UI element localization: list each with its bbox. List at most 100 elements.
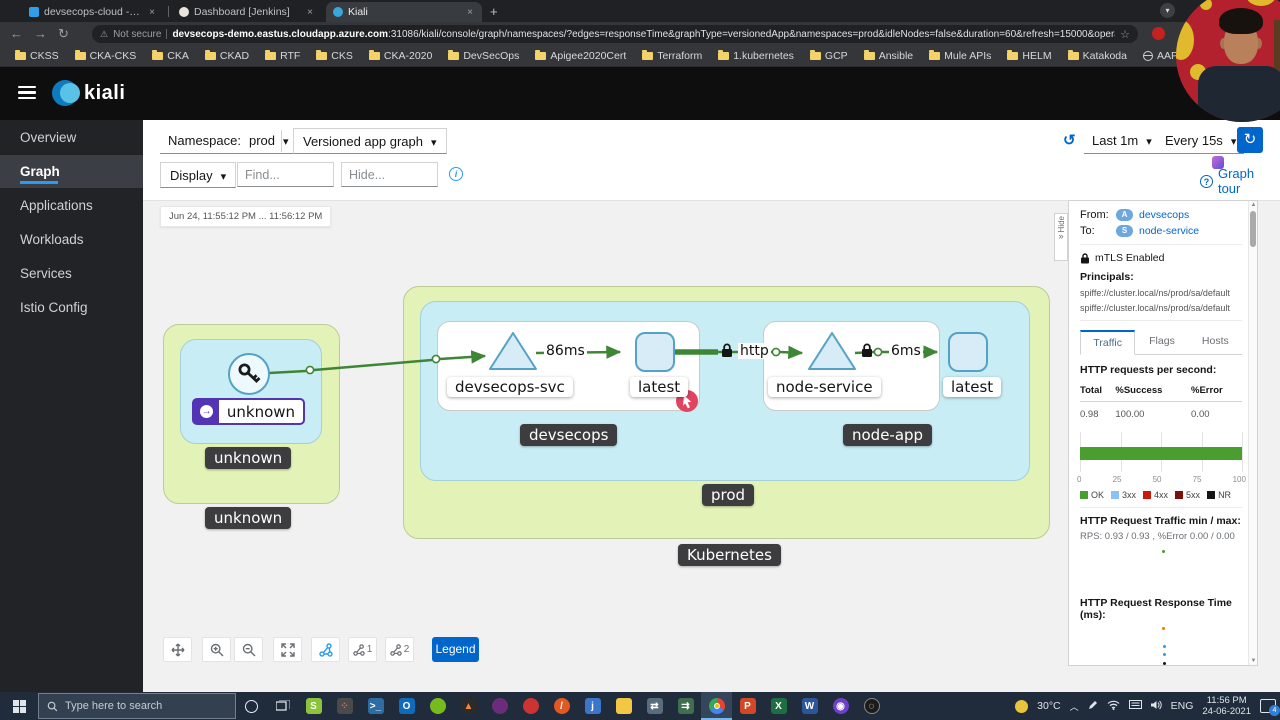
- file-explorer-icon[interactable]: [608, 692, 639, 720]
- weather-icon[interactable]: [1015, 700, 1028, 713]
- sidebar-item-services[interactable]: Services: [0, 257, 143, 290]
- back-icon[interactable]: ←: [10, 25, 23, 42]
- time-range-select[interactable]: Last 1m: [1084, 128, 1160, 154]
- sidebar-item-graph[interactable]: Graph: [0, 155, 143, 188]
- blue-app-icon[interactable]: j: [577, 692, 608, 720]
- bookmark-star-icon[interactable]: ☆: [1120, 28, 1130, 41]
- spring-tools-icon[interactable]: [422, 692, 453, 720]
- bookmark-item[interactable]: CKS: [309, 50, 360, 62]
- reload-icon[interactable]: ↻: [58, 25, 69, 42]
- bookmark-item[interactable]: 1.kubernetes: [711, 50, 801, 62]
- sidebar-item-istio-config[interactable]: Istio Config: [0, 291, 143, 324]
- new-tab-button[interactable]: +: [490, 4, 498, 19]
- address-bar[interactable]: ⚠ Not secure devsecops-demo.eastus.cloud…: [92, 25, 1138, 43]
- hide-input[interactable]: [341, 162, 438, 187]
- start-button[interactable]: [0, 692, 38, 720]
- bookmark-item[interactable]: RTF: [258, 50, 307, 62]
- panel-collapse-tab[interactable]: Hide »: [1054, 213, 1068, 261]
- to-link[interactable]: node-service: [1139, 225, 1199, 237]
- outlook-icon[interactable]: O: [391, 692, 422, 720]
- bookmark-item[interactable]: CKAD: [198, 50, 256, 62]
- remote-desktop-key-icon[interactable]: ⇉: [670, 692, 701, 720]
- forward-icon[interactable]: →: [34, 25, 47, 42]
- volume-icon[interactable]: [1151, 700, 1162, 713]
- red-app-icon[interactable]: [515, 692, 546, 720]
- flame-app-icon[interactable]: ▲: [453, 692, 484, 720]
- extension-icon[interactable]: [1152, 27, 1165, 40]
- hamburger-menu-icon[interactable]: [18, 86, 36, 100]
- purple-app-icon[interactable]: [484, 692, 515, 720]
- info-icon[interactable]: i: [449, 167, 463, 181]
- bookmark-item[interactable]: Ansible: [857, 50, 920, 62]
- bookmark-item[interactable]: CKA: [145, 50, 196, 62]
- bookmark-item[interactable]: HELM: [1000, 50, 1058, 62]
- taskbar-search[interactable]: Type here to search: [38, 693, 236, 719]
- wifi-icon[interactable]: [1107, 700, 1120, 713]
- graph-type-value: Versioned app graph: [303, 134, 423, 149]
- tab-close-icon[interactable]: ×: [147, 7, 157, 18]
- tab-search-chevron-icon[interactable]: ▾: [1160, 3, 1175, 18]
- red-pen-app-icon[interactable]: /: [546, 692, 577, 720]
- user-avatar[interactable]: [1212, 156, 1224, 169]
- remote-app-icon[interactable]: ⁘: [329, 692, 360, 720]
- temperature[interactable]: 30°C: [1037, 700, 1060, 712]
- unknown-versioned-app-badge[interactable]: → unknown: [192, 398, 305, 425]
- snagit-icon[interactable]: S: [298, 692, 329, 720]
- powershell-icon[interactable]: >_: [360, 692, 391, 720]
- action-center-icon[interactable]: 4: [1260, 699, 1276, 713]
- tab-flags[interactable]: Flags: [1135, 330, 1188, 354]
- find-input[interactable]: [237, 162, 334, 187]
- bookmark-item[interactable]: GCP: [803, 50, 855, 62]
- node-label-latest[interactable]: latest: [943, 377, 1001, 397]
- tab-close-icon[interactable]: ×: [305, 7, 315, 18]
- bookmark-item[interactable]: Apigee2020Cert: [528, 50, 633, 62]
- refresh-button[interactable]: ↻: [1237, 127, 1263, 153]
- scroll-up-icon[interactable]: ▲: [1249, 202, 1258, 208]
- bookmark-item[interactable]: Katakoda: [1061, 50, 1134, 62]
- sidebar-item-workloads[interactable]: Workloads: [0, 223, 143, 256]
- github-desktop-icon[interactable]: ◉: [825, 692, 856, 720]
- tab-jenkins[interactable]: Dashboard [Jenkins] ×: [172, 2, 322, 22]
- bookmark-item[interactable]: CKSS: [8, 50, 66, 62]
- task-view-icon[interactable]: [267, 692, 298, 720]
- namespace-select[interactable]: Namespace: prod: [160, 128, 297, 154]
- tab-azure[interactable]: devsecops-cloud - Microsoft Az ×: [22, 2, 164, 22]
- tab-close-icon[interactable]: ×: [465, 7, 475, 18]
- pen-icon[interactable]: [1088, 700, 1098, 713]
- sidebar-item-overview[interactable]: Overview: [0, 121, 143, 154]
- graph-tour-link[interactable]: ? Graph tour: [1200, 166, 1280, 196]
- bookmark-label: CKA-2020: [384, 50, 432, 62]
- node-label-devsecops-svc[interactable]: devsecops-svc: [447, 377, 573, 397]
- remote-desktop-icon[interactable]: ⇄: [639, 692, 670, 720]
- sidebar-item-applications[interactable]: Applications: [0, 189, 143, 222]
- scroll-down-icon[interactable]: ▼: [1249, 658, 1258, 664]
- tab-kiali[interactable]: Kiali ×: [326, 2, 482, 22]
- panel-scrollbar[interactable]: ▲ ▼: [1248, 201, 1257, 665]
- display-dropdown[interactable]: Display: [160, 162, 236, 188]
- tab-hosts[interactable]: Hosts: [1189, 330, 1242, 354]
- from-link[interactable]: devsecops: [1139, 209, 1189, 221]
- taskbar-clock[interactable]: 11:56 PM 24-06-2021: [1202, 695, 1251, 717]
- refresh-interval-select[interactable]: Every 15s: [1157, 128, 1244, 154]
- node-label-node-service[interactable]: node-service: [768, 377, 881, 397]
- bookmark-item[interactable]: Terraform: [635, 50, 709, 62]
- powerpoint-icon[interactable]: P: [732, 692, 763, 720]
- keyboard-icon[interactable]: [1129, 700, 1142, 712]
- bookmark-item[interactable]: DevSecOps: [441, 50, 526, 62]
- graph-type-select[interactable]: Versioned app graph: [293, 128, 447, 154]
- tray-chevron-up-icon[interactable]: ︿: [1070, 700, 1079, 713]
- language-indicator[interactable]: ENG: [1171, 700, 1194, 712]
- node-label-latest[interactable]: latest: [630, 377, 688, 397]
- bookmark-item[interactable]: CKA-2020: [362, 50, 439, 62]
- bookmark-item[interactable]: CKA-CKS: [68, 50, 144, 62]
- word-icon[interactable]: W: [794, 692, 825, 720]
- replay-icon[interactable]: ↺: [1063, 131, 1076, 149]
- scrollbar-thumb[interactable]: [1250, 211, 1256, 247]
- cortana-icon[interactable]: [236, 692, 267, 720]
- tick: 100: [1233, 475, 1246, 484]
- obs-icon[interactable]: ◌: [856, 692, 887, 720]
- tab-traffic[interactable]: Traffic: [1080, 330, 1135, 355]
- bookmark-item[interactable]: Mule APIs: [922, 50, 998, 62]
- excel-icon[interactable]: X: [763, 692, 794, 720]
- chrome-icon[interactable]: [701, 692, 732, 720]
